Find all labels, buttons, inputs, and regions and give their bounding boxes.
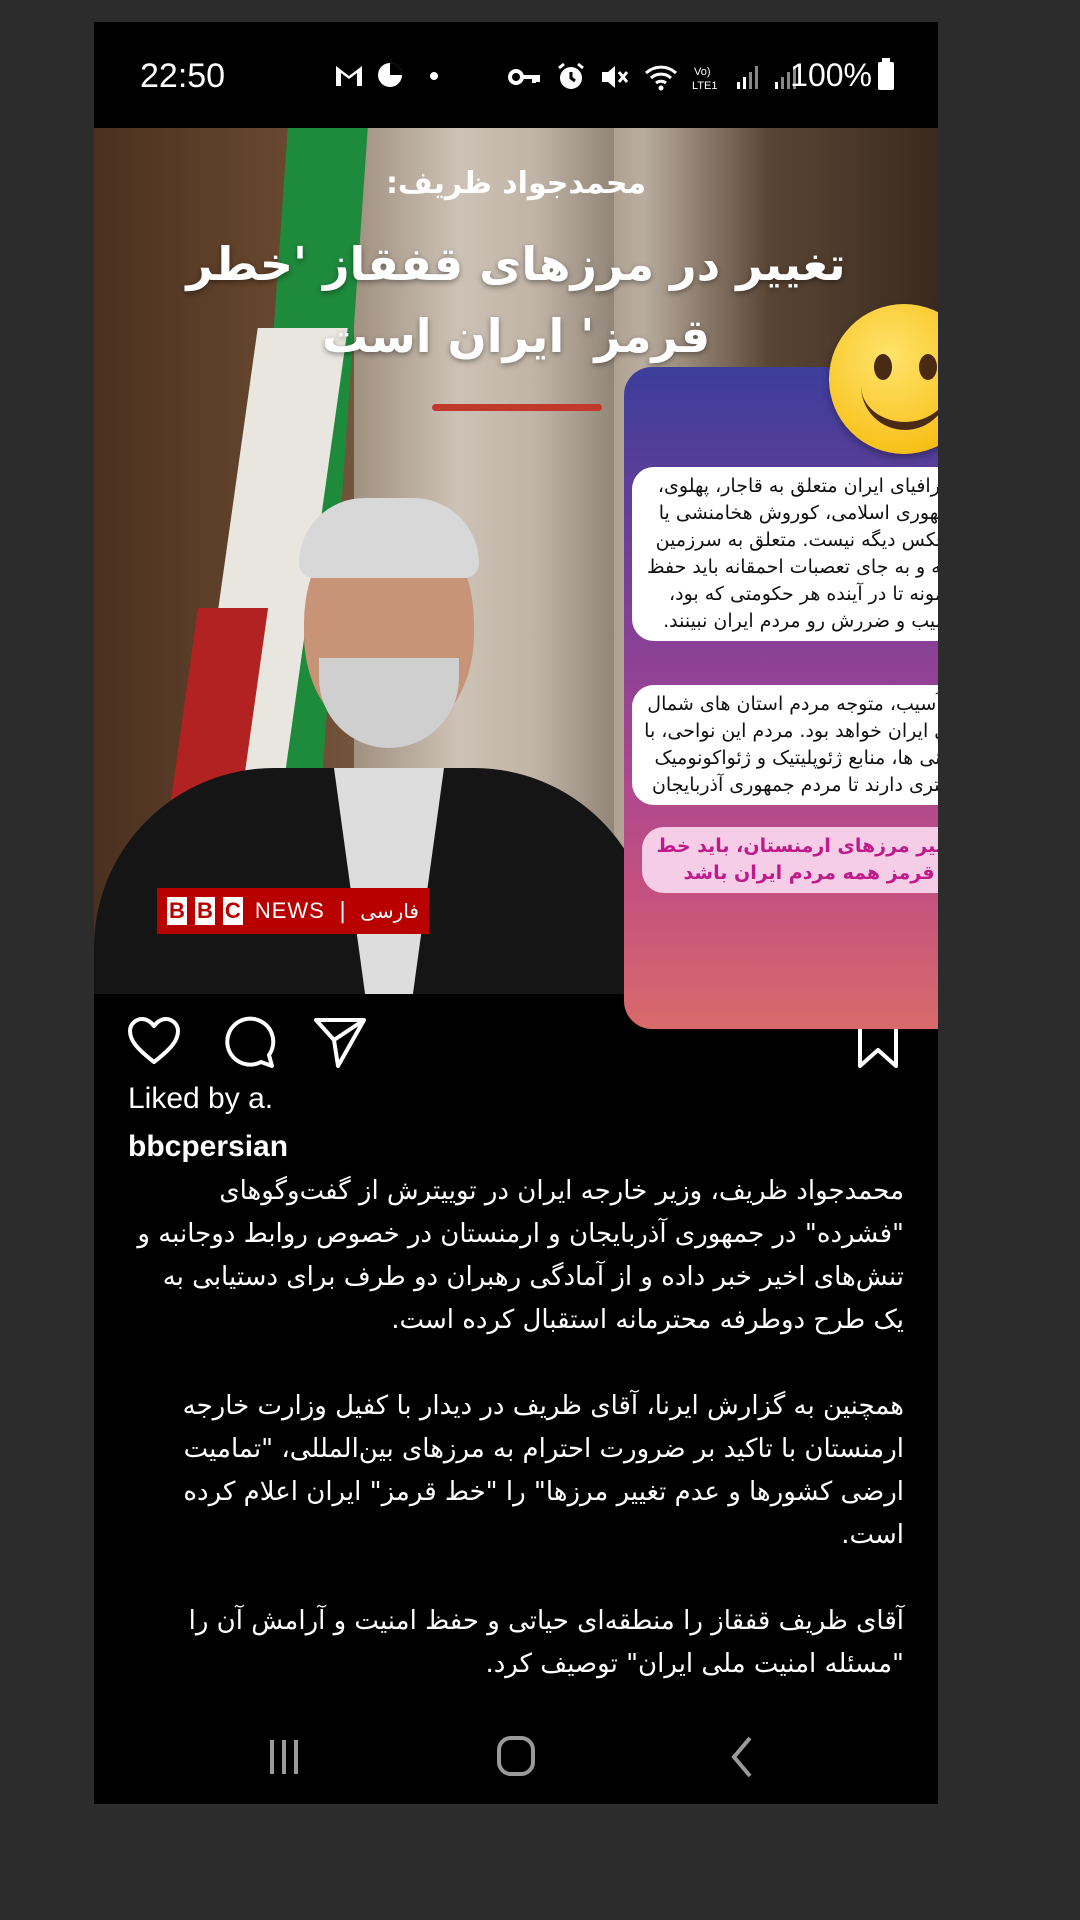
mute-icon	[602, 66, 629, 88]
caption-paragraph: همچنین به گزارش ایرنا، آقای ظریف در دیدا…	[182, 1391, 904, 1550]
status-bar: 22:50 Vo) LTE1 100%	[94, 22, 938, 128]
home-icon[interactable]	[486, 1732, 546, 1782]
svg-text:LTE1: LTE1	[692, 80, 717, 91]
bbc-separator: |	[338, 898, 347, 924]
signal-icon	[737, 66, 758, 89]
image-subtitle: محمدجواد ظریف:	[385, 166, 647, 201]
phone-screen: 22:50 Vo) LTE1 100% محمدجواد ظریف: تغییر…	[94, 22, 938, 1804]
sticker-highlight-bubble: تغییر مرزهای ارمنستان، باید خط قرمز همه …	[642, 827, 938, 893]
bbc-news-label: NEWS	[254, 898, 325, 923]
key-icon	[508, 69, 540, 85]
wifi-icon	[644, 65, 678, 91]
bbc-news-logo: B B C NEWS | فارسی	[157, 888, 429, 934]
svg-text:Vo): Vo)	[694, 66, 711, 78]
gmail-icon	[336, 66, 362, 86]
sticker-text-bubble: این آسیب، متوجه مردم استان های شمال غربی…	[632, 685, 938, 805]
status-right-icons: Vo) LTE1	[508, 62, 798, 92]
bbc-lang-label: فارسی	[360, 899, 419, 923]
bbc-letter: B	[194, 897, 215, 925]
bbc-letter: C	[222, 897, 243, 925]
story-sticker-overlay: جغرافیای ایران متعلق به قاجار، پهلوی، جم…	[624, 367, 938, 1029]
post-caption: محمدجواد ظریف، وزیر خارجه ایران در توییت…	[124, 1170, 904, 1729]
sticker-text-bubble: جغرافیای ایران متعلق به قاجار، پهلوی، جم…	[632, 467, 938, 641]
volte-icon: Vo) LTE1	[692, 66, 717, 91]
caption-paragraph: محمدجواد ظریف، وزیر خارجه ایران در توییت…	[137, 1176, 904, 1335]
dot-icon	[430, 72, 438, 80]
caption-paragraph: آقای ظریف قفقاز را منطقه‌ای حیاتی و حفظ …	[188, 1606, 904, 1679]
back-icon[interactable]	[714, 1732, 774, 1782]
battery-level: 100%	[790, 57, 872, 93]
alarm-icon	[558, 62, 584, 89]
battery-indicator: 100%	[790, 57, 894, 94]
liked-by-text[interactable]: Liked by a.	[128, 1082, 273, 1116]
post-username[interactable]: bbcpersian	[128, 1130, 288, 1164]
app-icon	[378, 63, 402, 87]
bbc-letter: B	[167, 897, 187, 925]
share-send-icon[interactable]	[312, 1014, 368, 1070]
battery-icon	[878, 57, 894, 90]
image-headline: تغییر در مرزهای قفقاز 'خطر قرمز' ایران ا…	[186, 237, 846, 363]
system-nav-bar	[94, 1712, 938, 1804]
like-heart-icon[interactable]	[126, 1014, 182, 1070]
comment-icon[interactable]	[220, 1014, 276, 1070]
headline-underline	[432, 404, 602, 411]
recent-apps-icon[interactable]	[254, 1732, 314, 1782]
status-time: 22:50	[140, 57, 226, 95]
